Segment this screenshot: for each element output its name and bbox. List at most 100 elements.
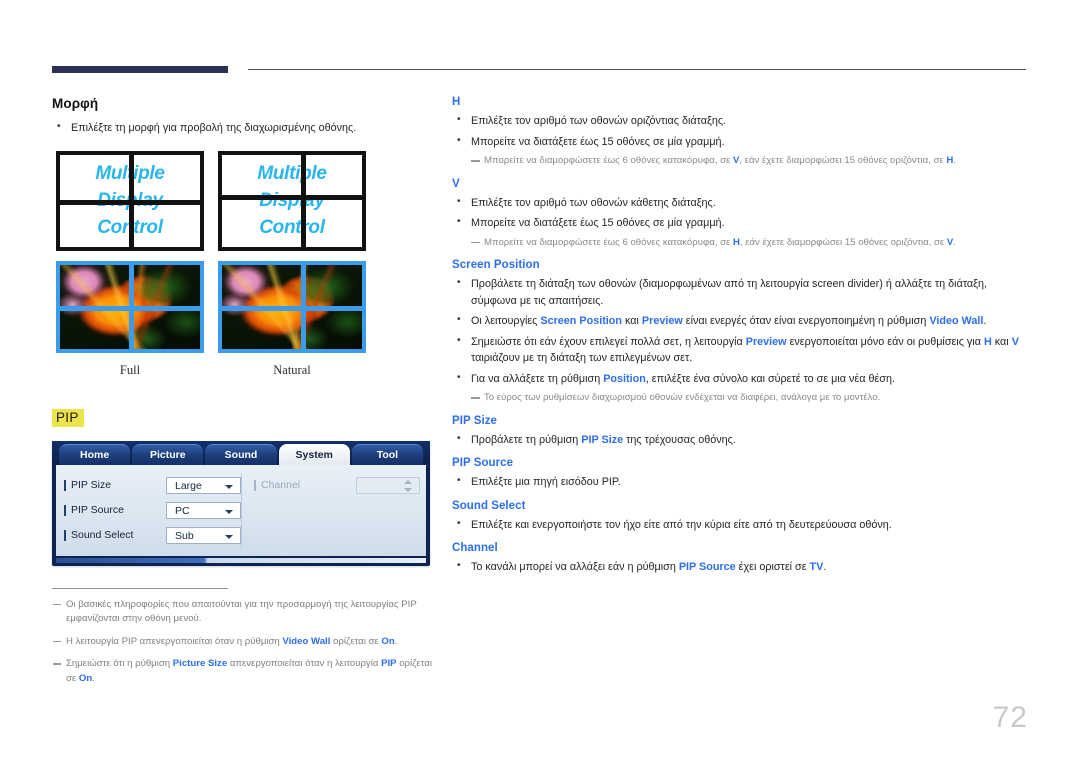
channel-stepper[interactable] bbox=[356, 476, 420, 494]
pip-size-value: Large bbox=[175, 479, 202, 492]
osd-column-right: Channel bbox=[241, 472, 420, 548]
figure-natural: Multiple Display Control Natural bbox=[218, 150, 366, 378]
photo-wall-natural bbox=[218, 260, 366, 353]
keyword: Position bbox=[603, 372, 646, 385]
photo-wall-full bbox=[56, 260, 204, 353]
keyword: Picture Size bbox=[172, 658, 228, 669]
sound-select-select[interactable]: Sub bbox=[166, 526, 241, 544]
osd-menu-mock: Home Picture Sound System Tool PIP Size … bbox=[52, 440, 430, 566]
section-heading: PIP Source bbox=[452, 457, 514, 469]
list-item: Προβάλετε τη διάταξη των οθονών (διαμορφ… bbox=[452, 275, 1028, 309]
note-text: Μπορείτε να διαμορφώσετε έως 6 οθόνες κα… bbox=[452, 154, 1028, 169]
keyword: On bbox=[381, 635, 395, 647]
keyword: Video Wall bbox=[929, 315, 984, 327]
note-text: Το εύρος των ρυθμίσεων διαχωρισμού οθονώ… bbox=[452, 391, 1028, 406]
figure-full: Multiple Display Control Full bbox=[56, 150, 204, 378]
format-figures: Multiple Display Control Full Multiple bbox=[52, 150, 442, 393]
list-item: Προβάλετε τη ρύθμιση PIP Size της τρέχου… bbox=[452, 431, 1028, 449]
tab-sound[interactable]: Sound bbox=[205, 443, 277, 465]
list-item: Επιλέξτε τον αριθμό των οθονών οριζόντια… bbox=[452, 112, 1028, 130]
bullet-list: Επιλέξτε τον αριθμό των οθονών κάθετης δ… bbox=[452, 194, 1028, 232]
footnote-list: Οι βασικές πληροφορίες που απαιτούνται γ… bbox=[52, 598, 442, 687]
list-item: Μπορείτε να διατάξετε έως 15 οθόνες σε μ… bbox=[452, 214, 1028, 232]
list-item: Σημειώστε ότι εάν έχουν επιλεγεί πολλά σ… bbox=[452, 333, 1028, 367]
wall-divider-horizontal bbox=[60, 199, 200, 205]
osd-row-channel: Channel bbox=[252, 473, 420, 498]
list-item: Επιλέξτε τη μορφή για προβολή της διαχωρ… bbox=[52, 119, 442, 137]
chevron-down-icon bbox=[225, 484, 233, 489]
tab-picture[interactable]: Picture bbox=[132, 443, 204, 465]
osd-row-pip-source: PIP Source PC bbox=[62, 498, 241, 523]
wall-divider-vertical bbox=[301, 154, 306, 247]
figure-caption: Natural bbox=[273, 362, 311, 377]
figure-caption: Full bbox=[119, 362, 141, 377]
osd-label-sound-select: Sound Select bbox=[62, 529, 166, 541]
bullet-list: Προβάλετε τη διάταξη των οθονών (διαμορφ… bbox=[452, 275, 1028, 388]
page-title: Μορφή bbox=[52, 96, 99, 111]
bullet-list: Επιλέξτε και ενεργοποιήστε τον ήχο είτε … bbox=[452, 516, 1028, 534]
keyword: H bbox=[983, 335, 992, 348]
stepper-up-icon[interactable] bbox=[404, 479, 412, 484]
wall-text-line: Multiple bbox=[257, 163, 327, 184]
keyword: Video Wall bbox=[282, 635, 331, 647]
keyword: PIP bbox=[381, 658, 397, 669]
keyword: Preview bbox=[641, 315, 683, 327]
pip-size-select[interactable]: Large bbox=[166, 476, 241, 494]
right-column: H Επιλέξτε τον αριθμό των οθονών οριζόντι… bbox=[452, 96, 1028, 580]
keyword: On bbox=[78, 672, 93, 684]
pip-source-select[interactable]: PC bbox=[166, 501, 241, 519]
osd-label-pip-source: PIP Source bbox=[62, 504, 166, 516]
section-heading: Screen Position bbox=[452, 259, 540, 271]
left-column: Μορφή Επιλέξτε τη μορφή για προβολή της … bbox=[52, 96, 442, 694]
bullet-list: Το κανάλι μπορεί να αλλάξει εάν η ρύθμισ… bbox=[452, 558, 1028, 576]
right-section-list: H Επιλέξτε τον αριθμό των οθονών οριζόντι… bbox=[452, 96, 1028, 576]
section-heading: H bbox=[452, 96, 461, 108]
tab-tool[interactable]: Tool bbox=[351, 443, 424, 465]
pip-source-value: PC bbox=[175, 504, 190, 517]
list-item: Επιλέξτε και ενεργοποιήστε τον ήχο είτε … bbox=[452, 516, 1028, 534]
sound-select-value: Sub bbox=[175, 529, 194, 542]
stepper-down-icon[interactable] bbox=[404, 487, 412, 492]
wall-divider-horizontal bbox=[222, 194, 362, 200]
list-item: Επιλέξτε τον αριθμό των οθονών κάθετης δ… bbox=[452, 194, 1028, 212]
osd-body: PIP Size Large PIP Source PC Sound Selec… bbox=[56, 464, 426, 556]
list-item: Το κανάλι μπορεί να αλλάξει εάν η ρύθμισ… bbox=[452, 558, 1028, 576]
wall-text-line: Display bbox=[259, 190, 325, 211]
keyword: Preview bbox=[745, 335, 787, 348]
list-item: Μπορείτε να διατάξετε έως 15 οθόνες σε μ… bbox=[452, 133, 1028, 151]
note-text: Μπορείτε να διαμορφώσετε έως 6 οθόνες κα… bbox=[452, 236, 1028, 251]
keyword: TV bbox=[809, 561, 824, 573]
status-badge: PIP bbox=[52, 408, 84, 427]
list-item: Επιλέξτε μια πηγή εισόδου PIP. bbox=[452, 473, 1028, 491]
chevron-down-icon bbox=[225, 509, 233, 514]
footnote: Η λειτουργία PIP απενεργοποιείται όταν η… bbox=[52, 635, 442, 650]
video-wall-diagram-full: Multiple Display Control bbox=[56, 150, 204, 251]
header-accent-bar bbox=[52, 66, 228, 73]
bullet-list: Επιλέξτε μια πηγή εισόδου PIP. bbox=[452, 473, 1028, 491]
chevron-down-icon bbox=[225, 534, 233, 539]
footnote-divider bbox=[52, 587, 228, 589]
osd-scrollbar[interactable] bbox=[56, 557, 426, 563]
osd-label-pip-size: PIP Size bbox=[62, 479, 166, 491]
osd-row-sound-select: Sound Select Sub bbox=[62, 523, 241, 548]
keyword: PIP Size bbox=[581, 433, 624, 446]
keyword: PIP Source bbox=[678, 561, 736, 573]
list-item: Οι λειτουργίες Screen Position και Previ… bbox=[452, 312, 1028, 330]
osd-label-channel: Channel bbox=[252, 479, 356, 491]
tab-home[interactable]: Home bbox=[59, 443, 131, 465]
section-heading: Channel bbox=[452, 542, 498, 554]
footnote: Σημειώστε ότι η ρύθμιση Picture Size απε… bbox=[52, 657, 442, 686]
wall-text-natural: Multiple Display Control bbox=[222, 155, 362, 247]
tab-system[interactable]: System bbox=[278, 443, 350, 465]
keyword: H bbox=[732, 236, 740, 248]
footnote: Οι βασικές πληροφορίες που απαιτούνται γ… bbox=[52, 598, 442, 627]
format-bullet-list: Επιλέξτε τη μορφή για προβολή της διαχωρ… bbox=[52, 119, 442, 137]
wall-text-line: Control bbox=[259, 217, 325, 238]
bullet-list: Προβάλετε τη ρύθμιση PIP Size της τρέχου… bbox=[452, 431, 1028, 449]
list-item: Για να αλλάξετε τη ρύθμιση Position, επι… bbox=[452, 370, 1028, 388]
photo-divider-horizontal bbox=[222, 305, 362, 311]
osd-tab-bar: Home Picture Sound System Tool bbox=[52, 440, 430, 465]
section-heading: Sound Select bbox=[452, 499, 526, 512]
photo-divider-horizontal bbox=[60, 305, 200, 311]
keyword: V bbox=[1011, 335, 1019, 348]
